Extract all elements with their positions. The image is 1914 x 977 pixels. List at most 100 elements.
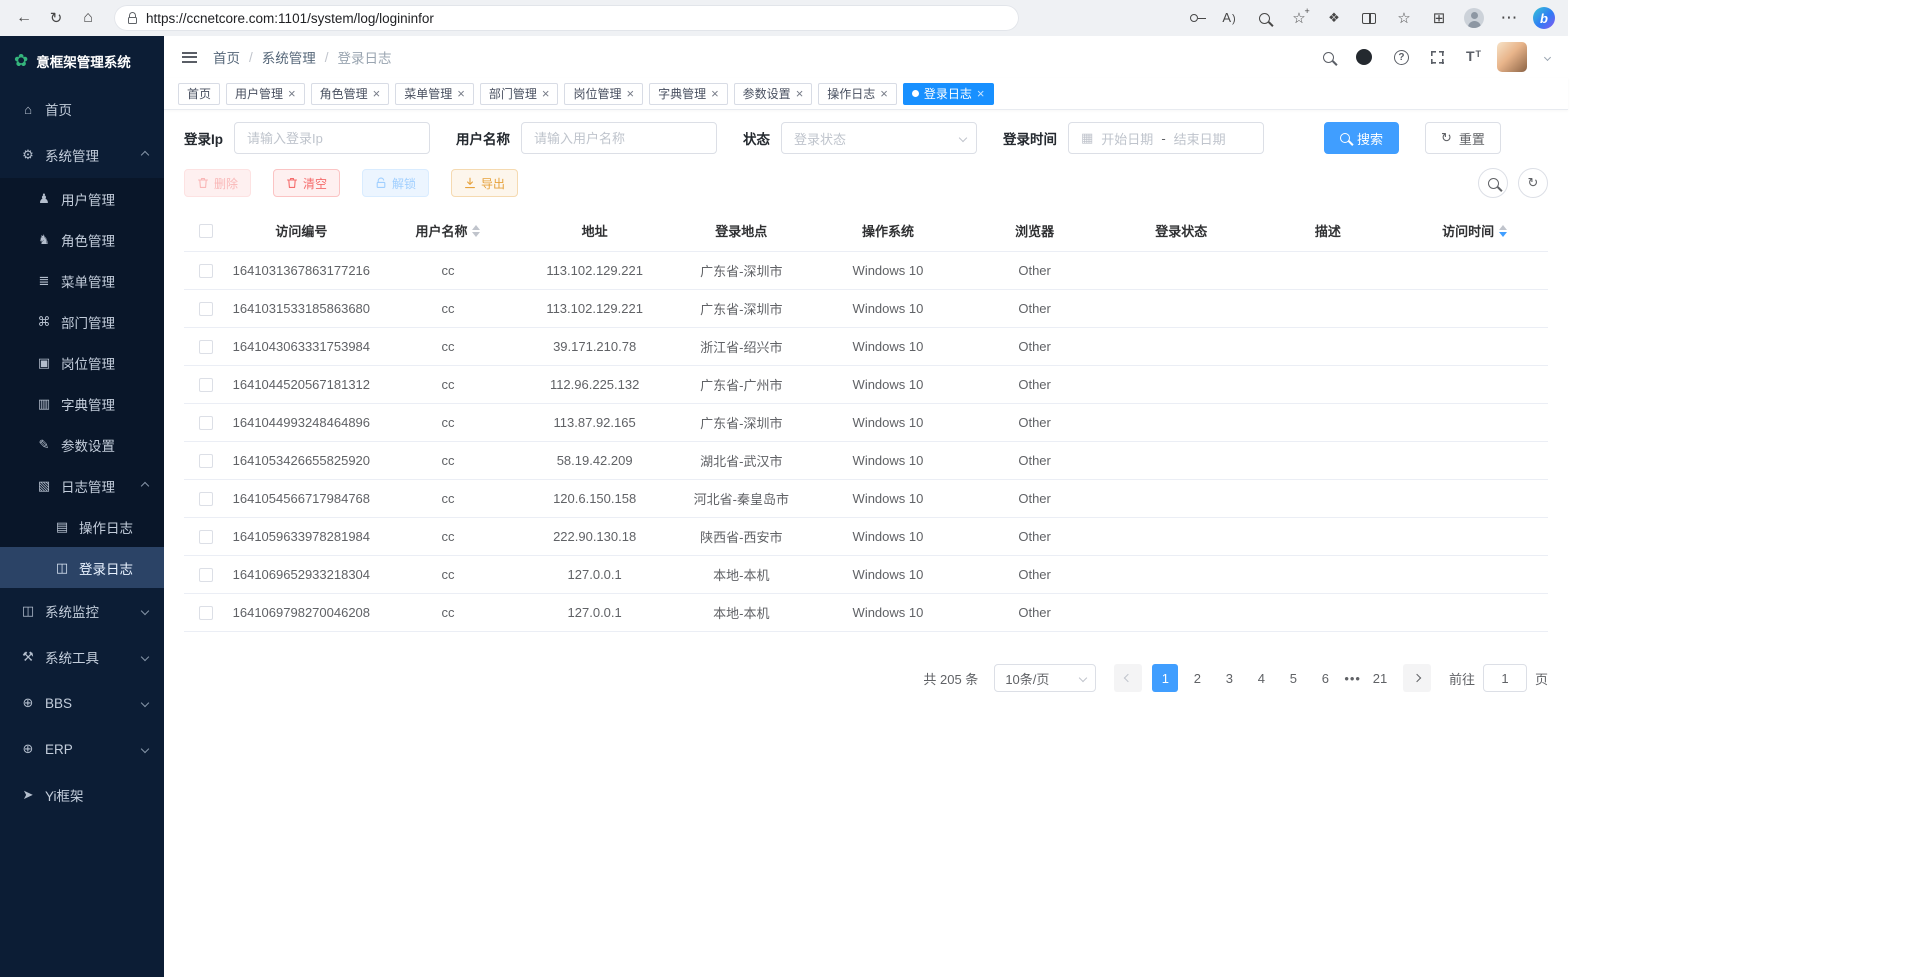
select-all-checkbox[interactable] bbox=[199, 224, 213, 238]
sort-desc-icon[interactable] bbox=[1499, 232, 1507, 237]
help-button[interactable] bbox=[1394, 50, 1409, 65]
column-header-user-name[interactable]: 用户名称 bbox=[375, 210, 522, 252]
breadcrumb-item[interactable]: 系统管理 bbox=[262, 47, 316, 67]
zoom-button[interactable] bbox=[1250, 4, 1278, 32]
tab-9[interactable]: 登录日志 bbox=[903, 83, 994, 105]
sidebar-item-bbs[interactable]: ⊕BBS bbox=[0, 680, 164, 726]
search-button[interactable] bbox=[1323, 52, 1334, 63]
profile-avatar-button[interactable] bbox=[1460, 4, 1488, 32]
page-button-6[interactable]: 6 bbox=[1312, 664, 1338, 692]
close-tab-icon[interactable] bbox=[880, 87, 888, 100]
page-button-2[interactable]: 2 bbox=[1184, 664, 1210, 692]
tab-7[interactable]: 参数设置 bbox=[734, 83, 813, 105]
tab-0[interactable]: 首页 bbox=[178, 83, 220, 105]
user-avatar[interactable] bbox=[1497, 42, 1527, 72]
close-tab-icon[interactable] bbox=[457, 87, 465, 100]
split-screen-button[interactable] bbox=[1355, 4, 1383, 32]
sidebar-item-dict[interactable]: ▥字典管理 bbox=[0, 383, 164, 424]
clear-button[interactable]: 清空 bbox=[273, 169, 340, 197]
breadcrumb-item[interactable]: 首页 bbox=[213, 47, 240, 67]
row-checkbox[interactable] bbox=[199, 530, 213, 544]
date-range-picker[interactable]: 开始日期 - 结束日期 bbox=[1068, 122, 1264, 154]
page-ellipsis[interactable]: ••• bbox=[1344, 671, 1361, 686]
sort-icon[interactable] bbox=[472, 225, 480, 237]
column-header-visit-time[interactable]: 访问时间 bbox=[1401, 210, 1548, 252]
page-size-select[interactable]: 10条/页 bbox=[994, 664, 1096, 692]
sidebar-item-home[interactable]: ⌂首页 bbox=[0, 86, 164, 132]
close-tab-icon[interactable] bbox=[373, 87, 381, 100]
row-checkbox[interactable] bbox=[199, 340, 213, 354]
sidebar-item-config[interactable]: ✎参数设置 bbox=[0, 424, 164, 465]
close-tab-icon[interactable] bbox=[542, 87, 550, 100]
unlock-button[interactable]: 解锁 bbox=[362, 169, 429, 197]
next-page-button[interactable] bbox=[1403, 664, 1431, 692]
more-button[interactable] bbox=[1495, 4, 1523, 32]
login-ip-input[interactable] bbox=[234, 122, 430, 154]
close-tab-icon[interactable] bbox=[796, 87, 804, 100]
sidebar-item-erp[interactable]: ⊕ERP bbox=[0, 726, 164, 772]
row-checkbox[interactable] bbox=[199, 568, 213, 582]
password-key-button[interactable] bbox=[1180, 4, 1208, 32]
sidebar-item-menu[interactable]: ≣菜单管理 bbox=[0, 260, 164, 301]
copilot-button[interactable] bbox=[1530, 4, 1558, 32]
read-aloud-button[interactable] bbox=[1215, 4, 1243, 32]
collapse-sidebar-button[interactable] bbox=[182, 52, 197, 63]
tab-2[interactable]: 角色管理 bbox=[311, 83, 390, 105]
favorites-button[interactable] bbox=[1390, 4, 1418, 32]
delete-button[interactable]: 删除 bbox=[184, 169, 251, 197]
sidebar-item-monitor[interactable]: ◫系统监控 bbox=[0, 588, 164, 634]
tab-5[interactable]: 岗位管理 bbox=[564, 83, 643, 105]
collections-button[interactable] bbox=[1425, 4, 1453, 32]
row-checkbox[interactable] bbox=[199, 454, 213, 468]
refresh-table-button[interactable] bbox=[1518, 168, 1548, 198]
close-tab-icon[interactable] bbox=[288, 87, 296, 100]
sort-icon[interactable] bbox=[1499, 225, 1507, 237]
row-checkbox[interactable] bbox=[199, 416, 213, 430]
row-checkbox[interactable] bbox=[199, 492, 213, 506]
row-checkbox[interactable] bbox=[199, 302, 213, 316]
sidebar-item-post[interactable]: ▣岗位管理 bbox=[0, 342, 164, 383]
tab-6[interactable]: 字典管理 bbox=[649, 83, 728, 105]
sort-asc-icon[interactable] bbox=[472, 225, 480, 230]
sidebar-item-dept[interactable]: ⌘部门管理 bbox=[0, 301, 164, 342]
show-search-button[interactable] bbox=[1478, 168, 1508, 198]
page-button-5[interactable]: 5 bbox=[1280, 664, 1306, 692]
font-size-button[interactable] bbox=[1466, 48, 1481, 66]
sidebar-item-user[interactable]: ♟用户管理 bbox=[0, 178, 164, 219]
user-name-input[interactable] bbox=[521, 122, 717, 154]
tab-8[interactable]: 操作日志 bbox=[818, 83, 897, 105]
close-tab-icon[interactable] bbox=[977, 87, 985, 100]
github-button[interactable] bbox=[1356, 49, 1372, 65]
goto-page-input[interactable] bbox=[1483, 664, 1527, 692]
sidebar-item-log[interactable]: ▧日志管理 bbox=[0, 465, 164, 506]
address-bar[interactable]: https://ccnetcore.com:1101/system/log/lo… bbox=[114, 5, 1019, 31]
extensions-button[interactable] bbox=[1320, 4, 1348, 32]
sidebar-item-tool[interactable]: ⚒系统工具 bbox=[0, 634, 164, 680]
home-button[interactable] bbox=[74, 4, 102, 32]
tab-4[interactable]: 部门管理 bbox=[480, 83, 559, 105]
reset-button[interactable]: 重置 bbox=[1425, 122, 1501, 154]
sidebar-item-operlog[interactable]: ▤操作日志 bbox=[0, 506, 164, 547]
row-checkbox[interactable] bbox=[199, 606, 213, 620]
sidebar-item-yi[interactable]: ➤Yi框架 bbox=[0, 772, 164, 818]
reload-button[interactable] bbox=[42, 4, 70, 32]
page-button-21[interactable]: 21 bbox=[1367, 664, 1393, 692]
search-button[interactable]: 搜索 bbox=[1324, 122, 1399, 154]
sort-asc-icon[interactable] bbox=[1499, 225, 1507, 230]
fullscreen-button[interactable] bbox=[1431, 51, 1444, 64]
page-button-1[interactable]: 1 bbox=[1152, 664, 1178, 692]
sort-desc-icon[interactable] bbox=[472, 232, 480, 237]
row-checkbox[interactable] bbox=[199, 378, 213, 392]
sidebar-item-role[interactable]: ♞角色管理 bbox=[0, 219, 164, 260]
page-button-4[interactable]: 4 bbox=[1248, 664, 1274, 692]
page-button-3[interactable]: 3 bbox=[1216, 664, 1242, 692]
close-tab-icon[interactable] bbox=[626, 87, 634, 100]
tab-1[interactable]: 用户管理 bbox=[226, 83, 305, 105]
status-select[interactable]: 登录状态 bbox=[781, 122, 977, 154]
row-checkbox[interactable] bbox=[199, 264, 213, 278]
back-button[interactable] bbox=[10, 4, 38, 32]
close-tab-icon[interactable] bbox=[711, 87, 719, 100]
favorites-add-button[interactable] bbox=[1285, 4, 1313, 32]
sidebar-item-loginlog[interactable]: ◫登录日志 bbox=[0, 547, 164, 588]
tab-3[interactable]: 菜单管理 bbox=[395, 83, 474, 105]
